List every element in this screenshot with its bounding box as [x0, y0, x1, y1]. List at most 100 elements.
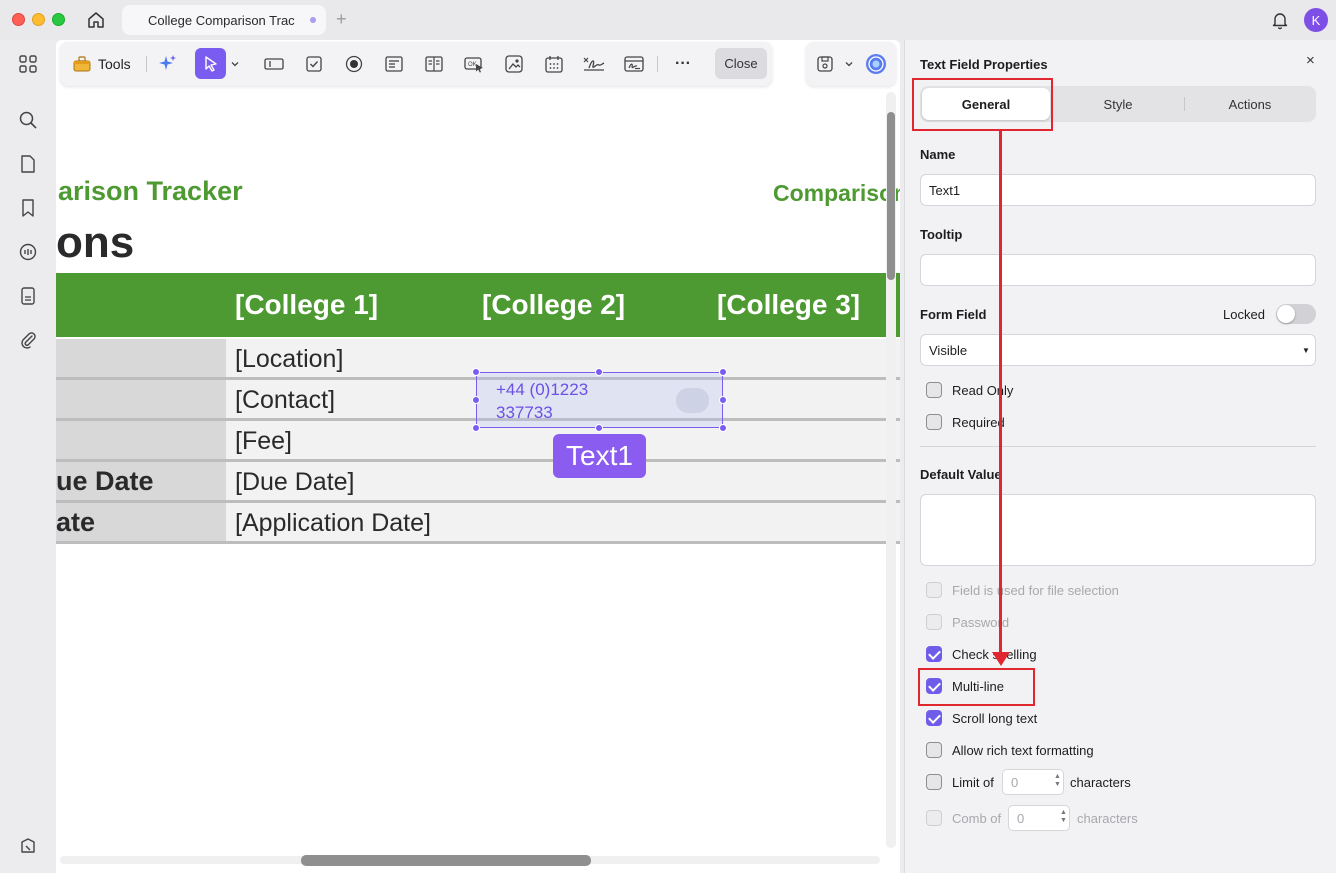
home-icon[interactable] — [84, 8, 108, 32]
required-label: Required — [952, 415, 1005, 430]
document-tab[interactable]: College Comparison Trac — [122, 5, 326, 35]
limit-value: 0 — [1011, 774, 1019, 790]
stepper-arrows-icon[interactable]: ▲ ▼ — [1060, 809, 1067, 825]
stepper-arrows-icon[interactable]: ▲ ▼ — [1054, 773, 1061, 789]
page-icon[interactable] — [17, 153, 39, 175]
bookmark-icon[interactable] — [17, 197, 39, 219]
table-header-cell: [College 3] — [717, 289, 861, 320]
window-minimize-button[interactable] — [32, 13, 45, 26]
chevron-down-icon[interactable] — [228, 52, 242, 76]
date-field-tool-icon[interactable] — [542, 52, 566, 76]
resize-handle[interactable] — [472, 396, 480, 404]
table-cell: [Due Date] — [235, 468, 355, 496]
comb-label: Comb of — [952, 811, 1002, 826]
read-only-checkbox[interactable] — [926, 382, 942, 398]
chevron-down-icon[interactable] — [842, 52, 856, 76]
new-tab-plus-icon[interactable]: + — [336, 9, 347, 29]
text-field-value-line2: 337733 — [496, 403, 553, 422]
resize-handle[interactable] — [719, 424, 727, 432]
check-spelling-checkbox[interactable] — [926, 646, 942, 662]
ai-assistant-icon[interactable] — [864, 52, 888, 76]
bell-icon[interactable] — [1269, 9, 1291, 31]
text-field-tool-icon[interactable] — [262, 52, 286, 76]
rich-text-checkbox[interactable] — [926, 742, 942, 758]
secondary-toolbar — [806, 42, 896, 86]
required-checkbox[interactable] — [926, 414, 942, 430]
cursor-arrow-icon — [204, 55, 217, 72]
tools-button[interactable]: Tools — [72, 52, 131, 76]
avatar[interactable]: K — [1304, 8, 1328, 32]
scroll-long-text-checkbox[interactable] — [926, 710, 942, 726]
radio-tool-icon[interactable] — [342, 52, 366, 76]
signature-tool-icon[interactable] — [582, 52, 606, 76]
svg-text:OK: OK — [468, 62, 477, 68]
table-row-label: ue Date — [56, 462, 226, 500]
name-input[interactable]: Text1 — [920, 174, 1316, 206]
tooltip-input[interactable] — [920, 254, 1316, 286]
select-tool-button[interactable] — [195, 48, 226, 79]
horizontal-scrollbar-thumb[interactable] — [301, 855, 591, 866]
limit-characters-label: characters — [1070, 775, 1131, 790]
table-row-label — [56, 339, 226, 377]
annotation-arrowhead-icon — [992, 652, 1010, 666]
tab-actions[interactable]: Actions — [1186, 88, 1314, 120]
table-cell: [Contact] — [235, 386, 336, 414]
table-header-cell: [College 1] — [235, 289, 379, 320]
annotation-arrow-line — [999, 130, 1002, 656]
file-selection-label: Field is used for file selection — [952, 583, 1119, 598]
toolbar-divider — [146, 56, 147, 72]
thumbnails-icon[interactable] — [17, 53, 39, 75]
ai-sparkle-icon[interactable] — [156, 52, 180, 76]
text-field-value-line1: +44 (0)1223 — [496, 380, 589, 399]
combo-box-tool-icon[interactable] — [382, 52, 406, 76]
resize-handle[interactable] — [595, 368, 603, 376]
resize-handle[interactable] — [472, 424, 480, 432]
save-icon[interactable] — [814, 52, 836, 76]
scroll-long-text-label: Scroll long text — [952, 711, 1038, 726]
document-title: arison Tracker — [58, 176, 243, 206]
name-label: Name — [920, 147, 956, 162]
rich-text-label: Allow rich text formatting — [952, 743, 1094, 758]
resize-handle[interactable] — [472, 368, 480, 376]
resize-handle[interactable] — [719, 396, 727, 404]
resize-handle[interactable] — [595, 424, 603, 432]
limit-checkbox[interactable] — [926, 774, 942, 790]
list-box-tool-icon[interactable] — [422, 52, 446, 76]
attachment-icon[interactable] — [17, 329, 39, 351]
default-value-textarea[interactable] — [920, 494, 1316, 566]
search-icon[interactable] — [17, 109, 39, 131]
unsaved-dot-icon — [310, 17, 316, 23]
more-options-icon[interactable]: ··· — [668, 52, 698, 76]
vertical-scrollbar-thumb[interactable] — [887, 112, 895, 280]
password-checkbox[interactable] — [926, 614, 942, 630]
tab-style[interactable]: Style — [1054, 88, 1182, 120]
document-tab-title: College Comparison Trac — [148, 12, 295, 28]
form-toolbar: Tools OK ··· Close — [60, 42, 772, 86]
image-field-tool-icon[interactable] — [502, 52, 526, 76]
table-header: [College 1] [College 2] [College 3] — [56, 273, 900, 337]
comb-checkbox[interactable] — [926, 810, 942, 826]
window-close-button[interactable] — [12, 13, 25, 26]
resize-handle[interactable] — [719, 368, 727, 376]
toolbox-icon — [73, 56, 91, 72]
annotation-box-multiline — [918, 668, 1035, 706]
comb-value: 0 — [1017, 810, 1025, 826]
sidebar-toggle-icon[interactable] — [17, 835, 39, 857]
form-icon[interactable] — [17, 285, 39, 307]
read-only-label: Read Only — [952, 383, 1014, 398]
button-tool-icon[interactable]: OK — [462, 52, 486, 76]
checkbox-tool-icon[interactable] — [302, 52, 326, 76]
table-row: ate [Application Date] — [56, 503, 900, 544]
section-divider — [920, 446, 1316, 447]
comments-icon[interactable] — [17, 241, 39, 263]
annotation-box-general — [912, 78, 1053, 131]
comb-characters-label: characters — [1077, 811, 1138, 826]
visibility-select[interactable]: Visible — [920, 334, 1316, 366]
close-toolbar-button[interactable]: Close — [715, 48, 767, 79]
file-selection-checkbox[interactable] — [926, 582, 942, 598]
window-zoom-button[interactable] — [52, 13, 65, 26]
close-icon[interactable]: × — [1306, 52, 1315, 69]
document-title-right: Comparison — [773, 180, 900, 206]
digital-signature-tool-icon[interactable] — [622, 52, 646, 76]
form-field-label: Form Field — [920, 307, 987, 322]
